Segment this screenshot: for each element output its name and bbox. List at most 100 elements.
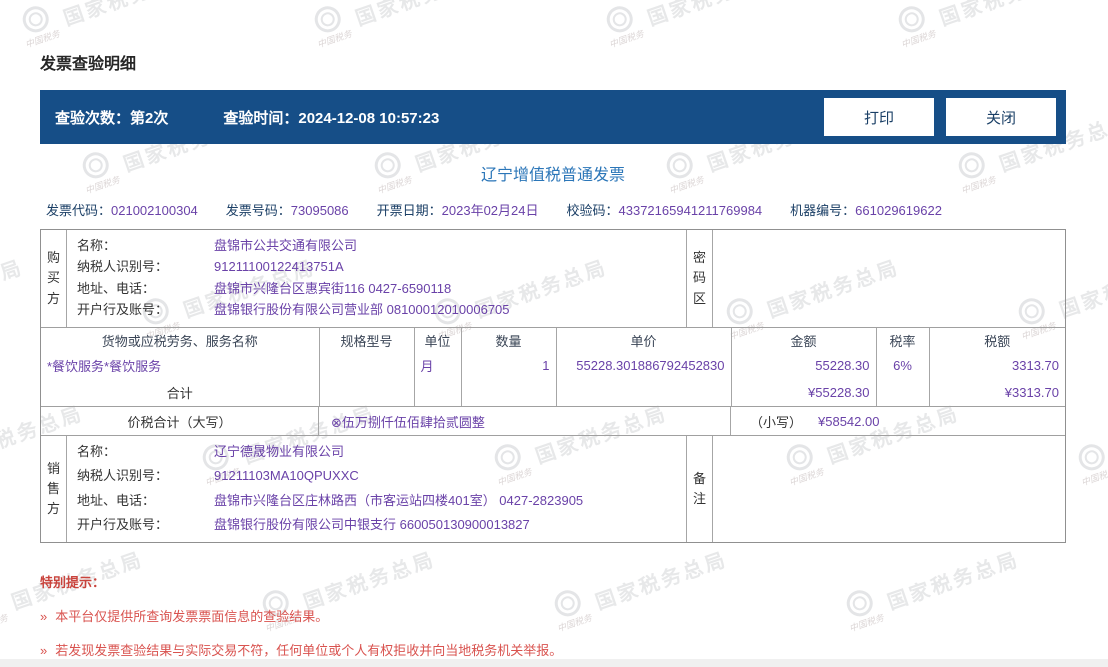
page-title: 发票查验明细 (40, 56, 137, 73)
machine-number: 机器编号：661029619622 (790, 203, 942, 218)
check-count-value: 第2次 (130, 109, 169, 127)
seller-bank-row: 开户行及账号： 盘锦银行股份有限公司中银支行 660050130900013827 (77, 517, 530, 533)
notice-item-1: » 本平台仅提供所查询发票票面信息的查验结果。 (40, 609, 329, 624)
item-taxrate: 6% (876, 352, 930, 379)
invoice-verification-page: 中国税务国家税务总局中国税务国家税务总局中国税务国家税务总局中国税务国家税务总局… (0, 0, 1108, 667)
col-header-amount: 金额 (731, 328, 877, 352)
col-header-tax: 税额 (984, 333, 1011, 349)
footer-strip (0, 659, 1108, 667)
col-header-spec: 规格型号 (319, 328, 415, 352)
total-amount: ¥55228.30 (731, 379, 877, 406)
grand-total-label: 价税合计（大写） (41, 407, 319, 435)
watermark-text: 国家税务总局 (351, 0, 491, 31)
lowercase-value: ¥58542.00 (818, 413, 880, 429)
password-area-label: 密码区 (692, 250, 706, 306)
seller-section: 销售方 名称： 辽宁德晟物业有限公司 纳税人识别号： 91211103MA10QPU… (41, 435, 1065, 542)
check-time-label: 查验时间： (223, 109, 299, 127)
watermark-text: 国家税务总局 (643, 0, 783, 31)
total-taxrate-empty (876, 379, 930, 406)
total-price-empty (556, 379, 732, 406)
close-button[interactable]: 关闭 (946, 98, 1056, 136)
watermark-script-text: 中国税务 (23, 28, 62, 50)
col-header-taxrate: 税率 (876, 328, 930, 352)
seller-taxid-row: 纳税人识别号： 91211103MA10QPUXXC (77, 468, 359, 484)
check-count: 查验次数：第2次 (55, 107, 168, 128)
check-time: 查验时间：2024-12-08 10:57:23 (223, 107, 439, 128)
item-unit: 月 (414, 352, 462, 379)
col-header-name: 货物或应税劳务、服务名称 (41, 328, 320, 352)
buyer-details: 名称： 盘锦市公共交通有限公司 纳税人识别号： 91211100122413751A… (67, 230, 687, 327)
remark-content (713, 436, 1065, 542)
item-tax: 3313.70 (1012, 358, 1059, 373)
buyer-section: 购买方 名称： 盘锦市公共交通有限公司 纳税人识别号： 91211100122413… (41, 230, 1065, 327)
col-header-price: 单价 (556, 328, 732, 352)
seller-details: 名称： 辽宁德晟物业有限公司 纳税人识别号： 91211103MA10QPUXXC … (67, 436, 687, 542)
watermark-script-text: 中国税务 (607, 28, 646, 50)
goods-header-row: 货物或应税劳务、服务名称 规格型号 单位 数量 单价 金额 税率 税额 (41, 328, 1065, 352)
item-spec (319, 352, 415, 379)
check-code: 校验码：43372165941211769984 (566, 203, 763, 218)
password-area-content (713, 230, 1065, 327)
tax-roundel-icon (895, 2, 929, 36)
grand-total-uppercase: ⊗伍万捌仟伍佰肆拾贰圆整 (319, 407, 731, 435)
invoice-table: 购买方 名称： 盘锦市公共交通有限公司 纳税人识别号： 91211100122413… (40, 229, 1066, 543)
seller-side-label: 销售方 (46, 460, 60, 517)
seller-name-row: 名称： 辽宁德晟物业有限公司 (77, 444, 345, 459)
total-qty-empty (461, 379, 557, 406)
invoice-date: 开票日期：2023年02月24日 (376, 203, 539, 218)
total-spec-empty (319, 379, 415, 406)
seller-side-label-cell: 销售方 (41, 436, 67, 542)
col-header-unit: 单位 (414, 328, 462, 352)
item-price: 55228.301886792452830 (556, 352, 732, 379)
invoice-meta-row: 发票代码：021002100304 发票号码：73095086 开票日期：202… (40, 200, 1066, 219)
buyer-address-row: 地址、电话： 盘锦市兴隆台区惠宾街116 0427-6590118 (77, 280, 452, 296)
invoice-code: 发票代码：021002100304 (46, 203, 198, 218)
item-amount: 55228.30 (731, 352, 877, 379)
watermark-tile: 中国税务国家税务总局 (14, 0, 200, 51)
grand-total-lowercase: （小写） ¥58542.00 (731, 412, 1065, 431)
buyer-name-row: 名称： 盘锦市公共交通有限公司 (77, 238, 358, 253)
verification-topbar: 查验次数：第2次 查验时间：2024-12-08 10:57:23 打印 关闭 (40, 90, 1066, 144)
notice-bullet-icon: » (40, 643, 48, 658)
remark-label-cell: 备注 (687, 436, 713, 542)
password-area-label-cell: 密码区 (687, 230, 713, 327)
seller-address-row: 地址、电话： 盘锦市兴隆台区庄林路西（市客运站四楼401室） 0427-28239… (77, 492, 584, 508)
watermark-text: 国家税务总局 (935, 0, 1075, 31)
watermark-tile: 中国税务国家税务总局 (598, 0, 784, 51)
goods-table: 货物或应税劳务、服务名称 规格型号 单位 数量 单价 金额 税率 税额 *餐饮服 (41, 328, 1065, 406)
total-tax: ¥3313.70 (1004, 385, 1059, 400)
buyer-side-label: 购买方 (46, 250, 60, 306)
goods-total-row: 合计 ¥55228.30 ¥3313.70 (41, 379, 1065, 406)
print-button[interactable]: 打印 (824, 98, 934, 136)
check-count-label: 查验次数： (55, 109, 131, 127)
tax-roundel-icon (19, 2, 53, 36)
remark-label: 备注 (692, 470, 706, 506)
buyer-bank-row: 开户行及账号： 盘锦银行股份有限公司营业部 08100012010006705 (77, 302, 510, 318)
buyer-side-label-cell: 购买方 (41, 230, 67, 327)
col-header-qty: 数量 (461, 328, 557, 352)
total-label: 合计 (41, 379, 320, 406)
invoice-title: 辽宁增值税普通发票 (480, 167, 625, 184)
watermark-tile: 中国税务国家税务总局 (306, 0, 492, 51)
main-content: 发票查验明细 查验次数：第2次 查验时间：2024-12-08 10:57:23… (0, 50, 1108, 659)
item-name: *餐饮服务*餐饮服务 (41, 352, 320, 379)
invoice-number: 发票号码：73095086 (225, 203, 349, 218)
special-notice: 特别提示： » 本平台仅提供所查询发票票面信息的查验结果。 » 若发现发票查验结果与… (40, 572, 1066, 659)
total-unit-empty (414, 379, 462, 406)
watermark-script-text: 中国税务 (899, 28, 938, 50)
notice-item-2: » 若发现发票查验结果与实际交易不符，任何单位或个人有权拒收并向当地税务机关举报。 (40, 643, 563, 658)
watermark-text: 国家税务总局 (59, 0, 199, 31)
watermark-script-text: 中国税务 (315, 28, 354, 50)
tax-roundel-icon (603, 2, 637, 36)
notice-title: 特别提示： (40, 575, 106, 590)
goods-section: 货物或应税劳务、服务名称 规格型号 单位 数量 单价 金额 税率 税额 *餐饮服 (41, 327, 1065, 406)
notice-bullet-icon: » (40, 609, 48, 624)
grand-total-row: 价税合计（大写） ⊗伍万捌仟伍佰肆拾贰圆整 （小写） ¥58542.00 (41, 406, 1065, 435)
buyer-taxid-row: 纳税人识别号： 91211100122413751A (77, 259, 344, 275)
tax-roundel-icon (311, 2, 345, 36)
watermark-tile: 中国税务国家税务总局 (890, 0, 1076, 51)
check-time-value: 2024-12-08 10:57:23 (298, 109, 440, 127)
item-qty: 1 (461, 352, 557, 379)
goods-item-row: *餐饮服务*餐饮服务 月 1 55228.301886792452830 552… (41, 352, 1065, 379)
lowercase-label: （小写） (750, 414, 803, 430)
